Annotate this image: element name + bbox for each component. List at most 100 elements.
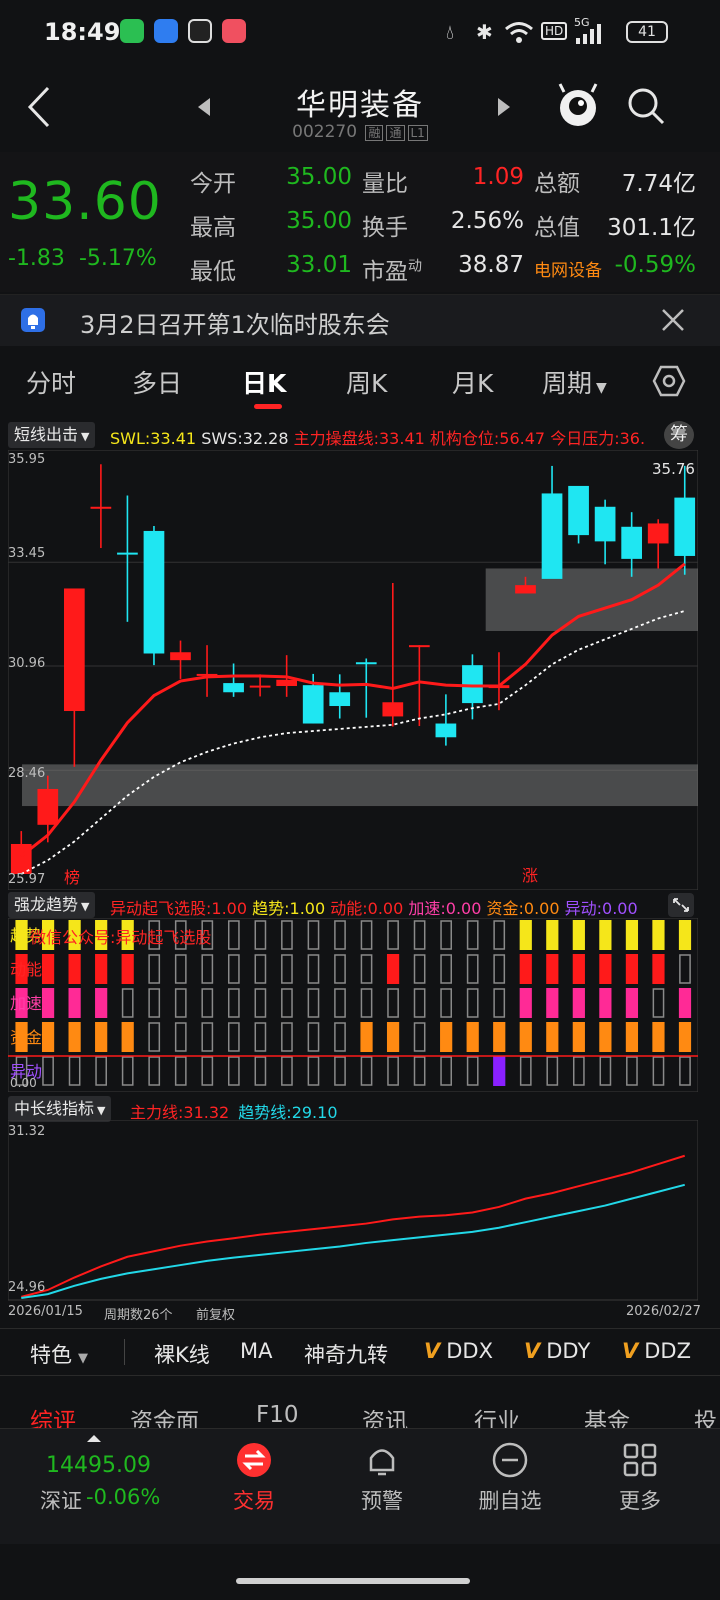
bell-notice-icon <box>21 308 45 332</box>
tab-monthly-k[interactable]: 月K <box>452 364 493 400</box>
stock-code-line: 002270 融通 L1 <box>0 122 720 142</box>
chevron-down-icon: ▼ <box>97 1104 106 1117</box>
quote-panel: 33.60 -1.83 -5.17% 今开 35.00 量比 1.09 总额 7… <box>0 152 720 292</box>
cell-off <box>466 988 479 1018</box>
main-indicator-dropdown[interactable]: 短线出击 ▼ <box>8 422 96 448</box>
candle <box>223 663 244 697</box>
value-turnover-amount: 7.74亿 <box>621 171 696 197</box>
cell-on <box>493 1022 506 1052</box>
cell-off <box>493 988 506 1018</box>
more-button[interactable]: 更多 <box>590 1429 690 1515</box>
label-volume-ratio: 量比 <box>362 171 408 197</box>
ind-fund: 资金:0.00 <box>486 899 560 918</box>
candle <box>621 512 643 577</box>
tab-period[interactable]: 周期 ▼ <box>542 364 607 400</box>
index-change: -0.06% <box>86 1485 161 1509</box>
cell-off <box>227 988 240 1018</box>
cell-off <box>254 988 267 1018</box>
cell-off <box>174 954 187 984</box>
cell-off <box>174 1056 187 1086</box>
cell-off <box>334 920 346 950</box>
adjust-mode[interactable]: 前复权 <box>196 1304 235 1323</box>
label-market-cap: 总值 <box>534 215 580 241</box>
battery-indicator: 41 <box>626 21 668 43</box>
ind-accel: 加速:0.00 <box>408 899 482 918</box>
watermark-text: 微信公众号:异动起飞选股 <box>30 928 212 947</box>
search-icon[interactable] <box>626 86 666 126</box>
candle <box>63 588 85 767</box>
cell-on <box>41 988 55 1018</box>
cell-on <box>652 1022 665 1052</box>
mascot-icon[interactable] <box>556 82 600 130</box>
func-ddy[interactable]: V DDY <box>524 1339 590 1363</box>
cell-on <box>625 988 639 1018</box>
func-naked-k[interactable]: 裸K线 <box>154 1339 210 1369</box>
chip-button[interactable]: 筹 <box>664 421 694 449</box>
notice-banner[interactable]: 3月2日召开第1次临时股东会 <box>0 294 720 346</box>
midlong-indicator-dropdown[interactable]: 中长线指标 ▼ <box>8 1096 112 1122</box>
series-trend-line <box>21 1183 685 1299</box>
main-indicator-values: SWL:33.41 SWS:32.28 主力操盘线:33.41 机构仓位:56.… <box>110 425 645 449</box>
cell-on <box>599 988 612 1018</box>
cell-off <box>440 920 453 950</box>
tab-f10[interactable]: F10 <box>256 1402 299 1428</box>
water-drop-icon: 💧︎ <box>446 20 454 44</box>
cell-off <box>121 1056 134 1086</box>
signal-icon <box>576 24 601 44</box>
candle-body <box>568 485 589 536</box>
vip-v-icon: V <box>622 1339 639 1363</box>
remove-watchlist-button[interactable]: 删自选 <box>460 1429 560 1515</box>
trade-button[interactable]: 交易 <box>204 1429 304 1515</box>
close-icon[interactable] <box>660 307 686 333</box>
cell-off <box>546 1056 559 1086</box>
cell-off <box>307 1056 320 1086</box>
next-stock-icon[interactable] <box>496 96 512 118</box>
expand-up-icon <box>87 1435 101 1442</box>
cell-off <box>281 954 293 984</box>
cell-off <box>572 1056 585 1086</box>
ddz-label: DDZ <box>644 1339 691 1363</box>
dragon-indicator-dropdown[interactable]: 强龙趋势 ▼ <box>8 892 96 918</box>
tab-weekly-k[interactable]: 周K <box>346 364 387 400</box>
feature-dropdown[interactable]: 特色 ▼ <box>30 1339 88 1369</box>
cell-on <box>546 954 559 984</box>
tab-multi-day[interactable]: 多日 <box>132 364 182 400</box>
func-ddz[interactable]: V DDZ <box>622 1339 691 1363</box>
ind-anomaly: 异动:0.00 <box>564 899 638 918</box>
cell-off <box>626 1056 638 1086</box>
func-ddx[interactable]: V DDX <box>424 1339 493 1363</box>
cell-off <box>413 920 426 950</box>
expand-icon[interactable] <box>668 893 694 917</box>
label-pe-ratio: 市盈动 <box>362 252 422 286</box>
cell-on <box>678 988 692 1018</box>
sector-link[interactable]: 电网设备 <box>534 256 602 281</box>
high-price-label: 35.76 <box>652 460 695 478</box>
alert-button[interactable]: 预警 <box>332 1429 432 1515</box>
value-high: 35.00 <box>286 208 352 234</box>
cell-on <box>386 1022 400 1052</box>
cell-off <box>466 1056 479 1086</box>
cell-off <box>360 954 373 984</box>
cell-off <box>68 1056 81 1086</box>
settings-hexagon-icon[interactable] <box>652 364 686 398</box>
ddx-label: DDX <box>446 1339 493 1363</box>
func-ma[interactable]: MA <box>240 1339 272 1363</box>
tab-intraday[interactable]: 分时 <box>26 364 76 400</box>
candle <box>594 499 616 565</box>
cell-off <box>466 954 479 984</box>
candle-body <box>37 788 59 825</box>
ind-main-line: 主力操盘线:33.41 <box>293 429 425 448</box>
ind-momentum: 动能:0.00 <box>330 899 404 918</box>
trade-icon <box>237 1443 271 1477</box>
candle-body <box>515 585 536 594</box>
func-magic-nine[interactable]: 神奇九转 <box>304 1339 388 1369</box>
cell-on <box>625 954 639 984</box>
midlong-line-chart[interactable] <box>8 1120 698 1320</box>
value-pe-ratio: 38.87 <box>458 252 524 278</box>
candle <box>408 645 430 727</box>
index-widget[interactable]: 14495.09 深证 -0.06% <box>0 1429 190 1545</box>
candlestick-chart[interactable] <box>8 450 698 890</box>
candle-body <box>143 530 165 654</box>
tab-daily-k[interactable]: 日K <box>242 364 286 400</box>
chevron-down-icon: ▼ <box>78 1351 88 1366</box>
